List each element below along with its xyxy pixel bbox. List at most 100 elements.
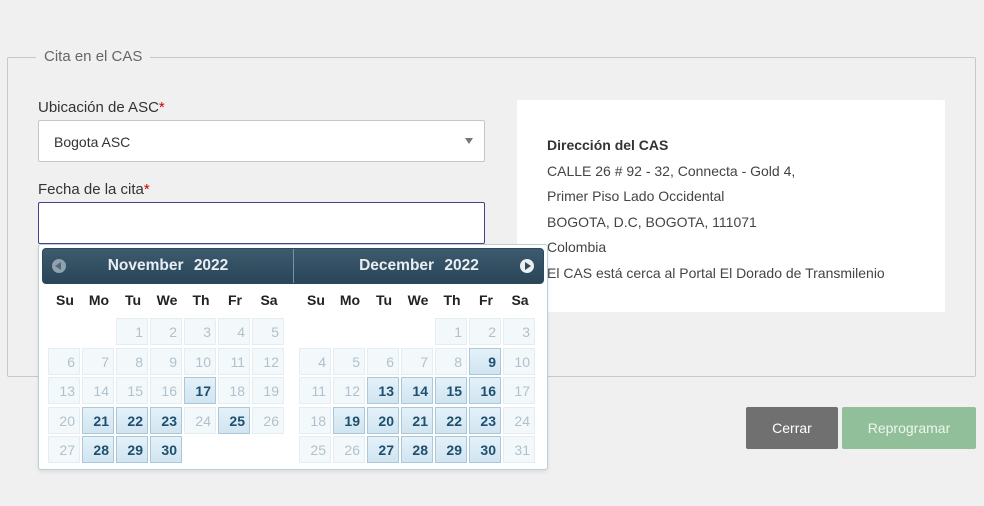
- address-line: Primer Piso Lado Occidental: [547, 188, 725, 204]
- weekday-header: Th: [443, 292, 461, 308]
- weekday-header: Su: [307, 292, 325, 308]
- calendar-day-unavailable: 24: [503, 406, 535, 434]
- calendar-day-available[interactable]: 21: [82, 406, 114, 434]
- calendar-day-available[interactable]: 21: [401, 406, 433, 434]
- calendar-day-unavailable: 1: [116, 318, 148, 345]
- date-label-text: Fecha de la cita: [38, 181, 144, 198]
- weekday-header: Mo: [88, 292, 110, 308]
- address-line: CALLE 26 # 92 - 32, Connecta - Gold 4,: [547, 162, 796, 179]
- calendar-day-unavailable: 3: [503, 318, 535, 345]
- calendar-day-available[interactable]: 13: [367, 377, 399, 404]
- calendar-day-unavailable: 13: [48, 377, 80, 404]
- calendar-day-unavailable: 20: [48, 406, 80, 434]
- calendar-day-unavailable: 18: [218, 377, 250, 404]
- date-label: Fecha de la cita*: [38, 181, 150, 198]
- calendar-day-unavailable: 10: [184, 347, 216, 375]
- calendar-day-unavailable: 2: [150, 318, 182, 345]
- weekday-header: Fr: [479, 292, 493, 308]
- calendar-day-unavailable: 4: [299, 347, 331, 375]
- calendar-day-unavailable: 19: [252, 377, 284, 404]
- address-title: Dirección del CAS: [547, 137, 669, 153]
- weekday-header: We: [156, 292, 178, 308]
- month-title-1: November 2022: [43, 249, 293, 283]
- chevron-down-icon: [465, 138, 473, 144]
- fieldset-legend: Cita en el CAS: [36, 48, 151, 65]
- calendar-day-unavailable: 15: [116, 377, 148, 404]
- address-line: El CAS está cerca al Portal El Dorado de…: [547, 264, 885, 281]
- location-select-value: Bogota ASC: [54, 134, 131, 150]
- calendar-day-available[interactable]: 20: [367, 406, 399, 434]
- weekday-header: Sa: [260, 292, 278, 308]
- calendar-day-available[interactable]: 9: [469, 347, 501, 375]
- month-year: 2022: [193, 257, 229, 274]
- location-select[interactable]: Bogota ASC: [38, 120, 485, 162]
- calendar-day-unavailable: 12: [333, 377, 365, 404]
- month-title-2: December 2022: [294, 249, 544, 283]
- calendar-day-available[interactable]: 16: [469, 377, 501, 404]
- calendar-day-unavailable: 24: [184, 406, 216, 434]
- calendar-day-unavailable: 2: [469, 318, 501, 345]
- weekday-header: Su: [56, 292, 74, 308]
- calendar-day-unavailable: 5: [252, 318, 284, 345]
- calendar-day-unavailable: 4: [218, 318, 250, 345]
- calendar-day-unavailable: 14: [82, 377, 114, 404]
- weekday-header: Sa: [511, 292, 529, 308]
- location-label: Ubicación de ASC*: [38, 99, 165, 116]
- calendar-day-available[interactable]: 14: [401, 377, 433, 404]
- calendar-day-unavailable: 6: [367, 347, 399, 375]
- calendar-day-available[interactable]: 28: [401, 436, 433, 463]
- calendar-day-available[interactable]: 22: [116, 406, 148, 434]
- calendar-day-unavailable: 10: [503, 347, 535, 375]
- next-month-icon[interactable]: [520, 259, 534, 273]
- appointment-date-input[interactable]: [38, 202, 485, 244]
- calendar-day-available[interactable]: 30: [469, 436, 501, 463]
- calendar-day-available[interactable]: 15: [435, 377, 467, 404]
- calendar-day-available[interactable]: 28: [82, 436, 114, 463]
- calendar-day-unavailable: 26: [252, 406, 284, 434]
- required-marker: *: [158, 99, 165, 116]
- calendar-day-available[interactable]: 17: [184, 377, 216, 404]
- calendar-day-unavailable: 17: [503, 377, 535, 404]
- calendar-day-available[interactable]: 29: [435, 436, 467, 463]
- calendar-day-available[interactable]: 23: [469, 406, 501, 434]
- calendar-day-available[interactable]: 30: [150, 436, 182, 463]
- cas-address-card: Dirección del CAS CALLE 26 # 92 - 32, Co…: [517, 100, 945, 312]
- calendar-day-available[interactable]: 22: [435, 406, 467, 434]
- calendar-day-unavailable: 1: [435, 318, 467, 345]
- calendar-day-unavailable: 7: [401, 347, 433, 375]
- calendar-day-unavailable: 9: [150, 347, 182, 375]
- weekday-header: Tu: [124, 292, 142, 308]
- calendar-day-unavailable: 25: [299, 436, 331, 463]
- calendar-day-unavailable: 12: [252, 347, 284, 375]
- weekday-header: Tu: [375, 292, 393, 308]
- calendar-day-unavailable: 7: [82, 347, 114, 375]
- calendar-day-available[interactable]: 23: [150, 406, 182, 434]
- calendar-day-unavailable: 6: [48, 347, 80, 375]
- datepicker-popup: November 2022 December 2022 Su Mo Tu We Th Fr…: [38, 244, 548, 470]
- calendar-day-available[interactable]: 29: [116, 436, 148, 463]
- reschedule-button[interactable]: Reprogramar: [842, 407, 976, 449]
- calendar-day-unavailable: 26: [333, 436, 365, 463]
- weekday-header: Fr: [228, 292, 242, 308]
- calendar-day-unavailable: 18: [299, 406, 331, 434]
- address-line: Colombia: [547, 239, 607, 255]
- calendar-day-unavailable: 11: [218, 347, 250, 375]
- calendar-day-unavailable: 11: [299, 377, 331, 404]
- month-name: November: [107, 257, 184, 274]
- datepicker-header: November 2022 December 2022: [42, 248, 544, 284]
- weekday-header: We: [407, 292, 429, 308]
- weekday-header: Mo: [339, 292, 361, 308]
- calendar-day-available[interactable]: 19: [333, 406, 365, 434]
- month-year: 2022: [444, 257, 479, 274]
- close-button[interactable]: Cerrar: [746, 407, 838, 449]
- calendar-day-available[interactable]: 27: [367, 436, 399, 463]
- calendar-day-unavailable: 3: [184, 318, 216, 345]
- month-name: December: [359, 257, 435, 274]
- required-marker: *: [143, 181, 150, 198]
- location-label-text: Ubicación de ASC: [38, 99, 159, 116]
- calendar-day-unavailable: 16: [150, 377, 182, 404]
- calendar-day-available[interactable]: 25: [218, 406, 250, 434]
- calendar-day-unavailable: 8: [435, 347, 467, 375]
- address-line: BOGOTA, D.C, BOGOTA, 111071: [547, 213, 757, 230]
- calendar-day-unavailable: 31: [503, 436, 535, 463]
